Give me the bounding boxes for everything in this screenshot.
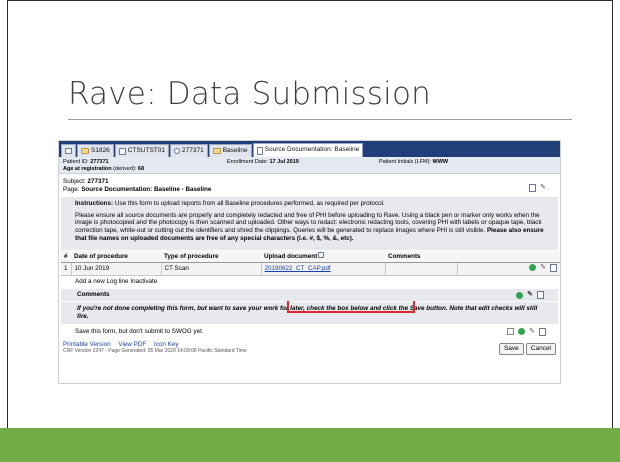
home-icon	[65, 148, 72, 154]
audit-icon[interactable]	[550, 263, 557, 272]
printable-version-link[interactable]: Printable Version	[63, 341, 111, 348]
audit-icon[interactable]	[537, 291, 544, 300]
age-label: Age at registration	[63, 165, 112, 172]
tab-label: 277371	[182, 146, 204, 154]
page-value: Source Documentation: Baseline - Baselin…	[81, 185, 212, 193]
rave-screenshot: S1826 CTSUTST01 277371 Baseline Source D…	[58, 140, 561, 384]
tab-folder[interactable]: Baseline	[208, 144, 252, 157]
upload-cell: 20190622_CT_CAP.pdf	[261, 262, 386, 277]
col-type: Type of procedure	[161, 251, 262, 263]
row-comments[interactable]	[385, 262, 458, 277]
folder-icon	[212, 148, 221, 154]
page-label: Page:	[63, 185, 80, 193]
help-icon[interactable]	[318, 252, 325, 259]
tab-label: CTSUTST01	[127, 146, 165, 154]
redaction-text: Please ensure all source documents are p…	[75, 211, 542, 235]
procedure-date[interactable]: 10 Jun 2019	[71, 262, 162, 277]
slide-title: Rave: Data Submission	[68, 76, 431, 112]
enrollment-label: Enrollment Date:	[227, 159, 268, 165]
patient-initials: WWW	[432, 159, 449, 165]
col-upload: Upload document	[261, 251, 386, 263]
pencil-icon[interactable]: ✎	[529, 328, 535, 336]
comments-label: Comments	[77, 291, 110, 299]
add-log-line-link[interactable]: Add a new Log line	[75, 278, 129, 285]
save-later-checkbox[interactable]	[507, 328, 514, 336]
instructions-panel: Instructions: Use this form to upload re…	[61, 196, 558, 251]
save-button[interactable]: Save	[498, 342, 524, 355]
pencil-icon[interactable]: ✎	[527, 291, 533, 299]
col-date: Date of procedure	[71, 251, 162, 263]
pencil-icon[interactable]: ✎	[540, 184, 546, 192]
crf-version: CRF Version 2247 - Page Generated: 05 Ma…	[63, 348, 247, 355]
tab-label: Source Documentation: Baseline	[264, 146, 360, 154]
tab-label: Baseline	[222, 146, 248, 154]
age-derived-label: (derived):	[113, 165, 137, 172]
inactivate-link[interactable]: Inactivate	[130, 278, 157, 285]
view-pdf-link[interactable]: View PDF	[118, 341, 146, 348]
cancel-button[interactable]: Cancel	[525, 342, 556, 355]
footer-accent-bar	[0, 428, 620, 462]
row-actions: ✎	[457, 262, 560, 277]
enrollment-date: 17 Jul 2019	[269, 159, 299, 165]
log-table: # Date of procedure Type of procedure Up…	[61, 251, 560, 277]
col-actions	[457, 251, 560, 263]
tab-label: S1826	[91, 146, 110, 154]
document-icon	[256, 146, 263, 155]
save-later-label: Save this form, but don't submit to SWOG…	[75, 327, 204, 335]
table-row[interactable]: 1 10 Jun 2019 CT Scan 20190622_CT_CAP.pd…	[61, 262, 560, 277]
folder-icon	[81, 148, 89, 154]
audit-icon[interactable]	[539, 327, 546, 336]
col-comments: Comments	[385, 251, 458, 263]
patient-id-label: Patient ID:	[63, 159, 89, 165]
col-upload-label: Upload document	[264, 253, 318, 261]
site-icon	[118, 147, 126, 155]
subject-value: 277371	[87, 178, 109, 185]
tab-subject[interactable]: 277371	[170, 144, 208, 157]
subject-block: Subject: 277371 Page: Source Documentati…	[59, 174, 560, 196]
instructions-text: Use this form to upload reports from all…	[114, 199, 385, 207]
procedure-type[interactable]: CT Scan	[161, 262, 262, 277]
breadcrumb-tabs: S1826 CTSUTST01 277371 Baseline Source D…	[59, 141, 560, 157]
tab-study[interactable]: S1826	[77, 144, 114, 157]
instructions-label: Instructions:	[75, 199, 114, 207]
title-divider	[68, 119, 572, 120]
tab-form[interactable]: Source Documentation: Baseline	[252, 143, 364, 157]
initials-label: Patient Initials (LFM):	[379, 159, 431, 165]
log-actions: Add a new Log line Inactivate	[59, 276, 560, 288]
table-header-row: # Date of procedure Type of procedure Up…	[61, 251, 560, 263]
tab-site[interactable]: CTSUTST01	[114, 144, 169, 157]
form-footer: Printable Version View PDF Icon Key CRF …	[59, 339, 560, 357]
checkmark-icon	[529, 264, 536, 272]
col-number: #	[61, 251, 72, 263]
subject-label: Subject:	[63, 178, 86, 185]
patient-id: 277371	[90, 159, 109, 165]
checkmark-icon	[518, 328, 525, 336]
person-icon	[174, 148, 180, 154]
comments-row: Comments ✎	[61, 289, 558, 301]
checkmark-icon	[516, 291, 523, 299]
save-later-row: Save this form, but don't submit to SWOG…	[59, 325, 560, 339]
form-edit-icon[interactable]	[529, 184, 536, 192]
age-value: 68	[137, 165, 145, 172]
row-number: 1	[61, 262, 72, 277]
tab-home[interactable]	[61, 144, 76, 157]
icon-key-link[interactable]: Icon Key	[154, 341, 179, 348]
uploaded-file-link[interactable]: 20190622_CT_CAP.pdf	[265, 265, 331, 272]
patient-header: Patient ID: 277371 Age at registration (…	[59, 157, 560, 174]
pencil-icon[interactable]: ✎	[540, 264, 546, 272]
